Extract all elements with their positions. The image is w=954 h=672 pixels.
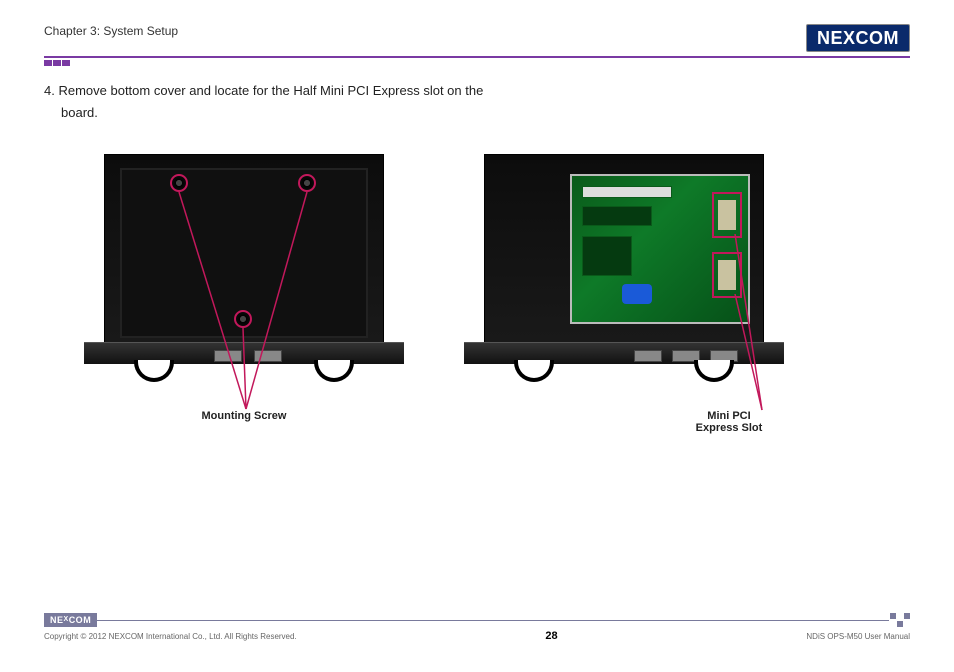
- manual-title: NDiS OPS-M50 User Manual: [806, 632, 910, 641]
- figure-left: Mounting Screw: [84, 154, 404, 434]
- chapter-title: Chapter 3: System Setup: [44, 24, 178, 38]
- page-header: Chapter 3: System Setup NE COMNEXCOM: [44, 24, 910, 52]
- page-footer: NEXCOM Copyright © 2012 NEXCOM Internati…: [44, 613, 910, 642]
- step-number: 4.: [44, 83, 55, 98]
- step-text-line1: Remove bottom cover and locate for the H…: [58, 83, 483, 98]
- page-number: 28: [545, 630, 557, 642]
- header-rule: [44, 56, 910, 64]
- footer-nexcom-logo: NEXCOM: [44, 613, 97, 627]
- figure-left-label: Mounting Screw: [202, 410, 287, 422]
- figure-right: Mini PCI Express Slot: [464, 154, 784, 434]
- copyright-text: Copyright © 2012 NEXCOM International Co…: [44, 632, 297, 641]
- nexcom-logo: NE COMNEXCOM: [806, 24, 910, 52]
- figure-right-label: Mini PCI Express Slot: [696, 410, 763, 434]
- figures-row: Mounting Screw: [44, 154, 910, 434]
- mini-pci-slot-marker: [712, 252, 742, 298]
- device-bottom-cover-image: [84, 154, 404, 380]
- device-board-image: [464, 154, 784, 380]
- instruction-step-4: 4. Remove bottom cover and locate for th…: [44, 80, 910, 124]
- footer-decoration-icon: [889, 613, 910, 627]
- mini-pci-slot-marker: [712, 192, 742, 238]
- pcb-board: [570, 174, 750, 324]
- step-text-line2: board.: [61, 102, 910, 124]
